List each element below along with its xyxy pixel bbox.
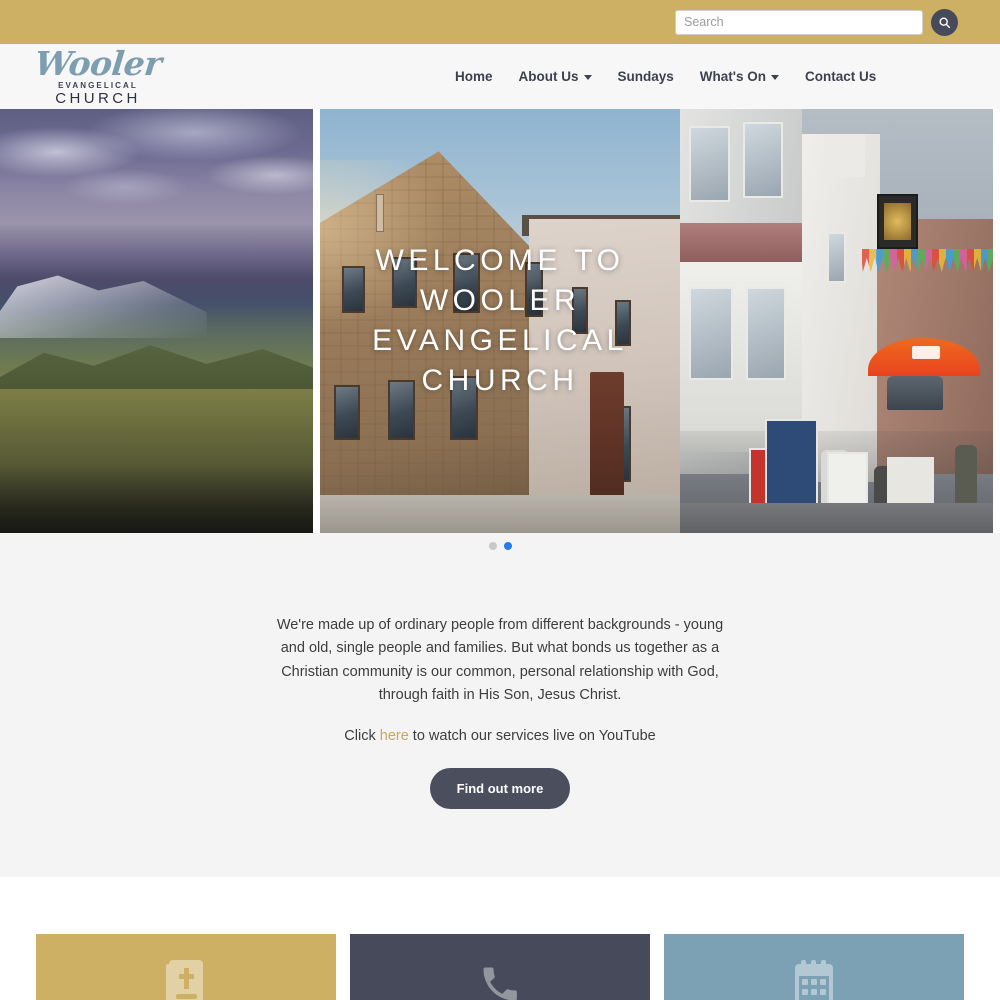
hero-slide-church-building[interactable]: [320, 109, 680, 533]
intro-paragraph: We're made up of ordinary people from di…: [276, 617, 724, 704]
site-header: Wooler EVANGELICAL CHURCH Home About Us …: [0, 44, 1000, 109]
chevron-down-icon: [583, 75, 592, 80]
youtube-line: Click here to watch our services live on…: [274, 728, 726, 744]
search-submit-button[interactable]: [931, 8, 958, 36]
nav-label-contact-us: Contact Us: [805, 69, 877, 84]
nav-label-sundays: Sundays: [617, 69, 674, 84]
slide-divider: [313, 109, 320, 533]
phone-icon: [478, 960, 522, 1000]
search-form: [675, 8, 958, 36]
church-building-image: [320, 109, 680, 533]
card-sundays[interactable]: SUNDAYS: [36, 933, 336, 1000]
find-out-more-button[interactable]: Find out more: [429, 767, 571, 809]
carousel-dot-2[interactable]: [503, 542, 512, 550]
carousel-dot-1[interactable]: [488, 542, 497, 550]
hero-slide-hills-landscape[interactable]: [0, 109, 313, 533]
bible-icon: [166, 959, 206, 1000]
calendar-icon: [793, 959, 835, 1000]
chevron-down-icon: [771, 75, 780, 80]
site-logo[interactable]: Wooler EVANGELICAL CHURCH: [33, 44, 163, 107]
main-navigation: Home About Us Sundays What's On Contact …: [455, 44, 876, 109]
search-icon: [938, 16, 951, 29]
nav-label-whats-on: What's On: [699, 69, 767, 84]
search-input[interactable]: [675, 9, 923, 35]
quick-links-section: SUNDAYS GET IN TOUCH: [0, 876, 1000, 1000]
logo-subtitle-evangelical: EVANGELICAL: [58, 81, 138, 90]
logo-subtitle-church: CHURCH: [55, 90, 141, 107]
nav-item-about-us[interactable]: About Us: [519, 69, 592, 84]
nav-label-home: Home: [455, 69, 493, 84]
intro-section: We're made up of ordinary people from di…: [0, 559, 1000, 877]
hero-carousel: WELCOME TO WOOLER EVANGELICAL CHURCH: [0, 109, 1000, 533]
nav-item-home[interactable]: Home: [455, 69, 493, 84]
nav-label-about-us: About Us: [518, 69, 579, 84]
top-utility-bar: [0, 0, 1000, 44]
logo-script-text: Wooler: [32, 44, 164, 83]
card-calendar[interactable]: CALENDAR: [664, 933, 964, 1000]
street-scene-image: [680, 109, 993, 533]
quick-links-grid: SUNDAYS GET IN TOUCH: [36, 933, 964, 1000]
nav-item-contact-us[interactable]: Contact Us: [805, 69, 876, 84]
nav-item-whats-on[interactable]: What's On: [699, 69, 780, 84]
card-get-in-touch[interactable]: GET IN TOUCH: [350, 933, 650, 1000]
carousel-pagination: [0, 533, 1000, 559]
youtube-suffix-text: to watch our services live on YouTube: [408, 727, 656, 744]
hero-slide-street-scene[interactable]: [680, 109, 993, 533]
hills-landscape-image: [0, 109, 313, 533]
youtube-prefix-text: Click: [344, 727, 380, 744]
youtube-link[interactable]: here: [380, 728, 409, 744]
nav-item-sundays[interactable]: Sundays: [618, 69, 674, 84]
